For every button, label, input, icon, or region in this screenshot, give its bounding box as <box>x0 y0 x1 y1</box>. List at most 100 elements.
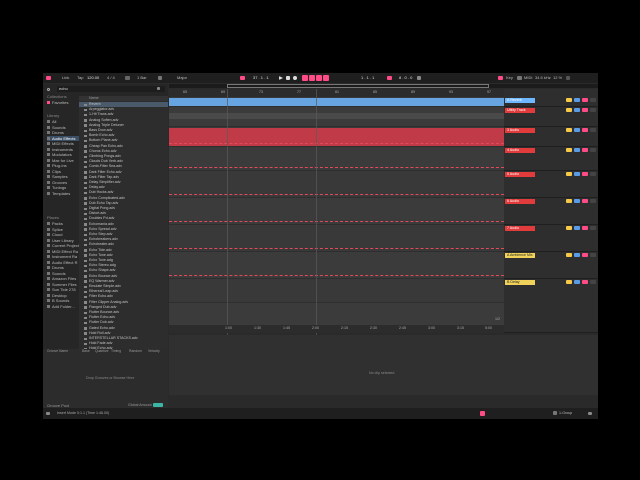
track-arrow-icon[interactable] <box>553 411 557 415</box>
sidebar-item-max-for-live[interactable]: Max for Live <box>47 158 83 163</box>
record-icon[interactable] <box>293 76 297 80</box>
clip[interactable] <box>169 98 504 106</box>
capture-midi-icon[interactable] <box>323 75 329 81</box>
midi-map-button[interactable]: MIDI <box>524 75 532 80</box>
track-activator-button[interactable] <box>566 148 572 152</box>
track-header[interactable]: 6 Audio <box>504 198 598 225</box>
places-item-sun-tide-278[interactable]: Sun Tide 278 <box>47 287 83 292</box>
tap-button[interactable]: Tap <box>77 75 83 80</box>
places-item-b-sounds[interactable]: B Sounds <box>47 298 83 303</box>
places-item-drums[interactable]: Drums <box>47 265 83 270</box>
monitor-button[interactable] <box>590 108 596 112</box>
track-name[interactable]: 5 Audio <box>505 172 535 177</box>
draw-mode-icon[interactable] <box>417 76 421 80</box>
arrangement-view[interactable]: 65 69 73 77 81 85 89 93 97 1:00 1:30 1:45 2:00 2:15 2… <box>169 89 507 338</box>
signature-field[interactable]: 4 / 4 <box>107 75 115 80</box>
scale-menu[interactable]: Major <box>177 75 187 80</box>
track-name[interactable]: 7 Audio <box>505 226 535 231</box>
track-name[interactable]: Utility Track <box>505 108 535 113</box>
track-activator-button[interactable] <box>566 199 572 203</box>
arm-button[interactable] <box>582 128 588 132</box>
monitor-button[interactable] <box>590 280 596 284</box>
places-item-add-folder-[interactable]: Add Folder... <box>47 304 83 309</box>
search-icon[interactable] <box>47 88 50 91</box>
track-header[interactable]: Utility Track <box>504 107 598 127</box>
track-header[interactable]: 5 Audio <box>504 171 598 198</box>
track-activator-button[interactable] <box>566 280 572 284</box>
sidebar-item-midi-effects[interactable]: MIDI Effects <box>47 141 83 146</box>
arrangement-record-icon[interactable] <box>240 76 245 80</box>
solo-button[interactable] <box>574 148 580 152</box>
solo-button[interactable] <box>574 128 580 132</box>
arm-button[interactable] <box>582 108 588 112</box>
track-name[interactable]: 3 Audio <box>505 128 535 133</box>
places-item-audio-effect-r[interactable]: Audio Effect R <box>47 260 83 265</box>
loop-start-field[interactable]: 1 . 1 . 1 <box>361 75 374 80</box>
track-activator-button[interactable] <box>566 172 572 176</box>
loop-length-field[interactable]: 8 . 0 . 0 <box>399 75 412 80</box>
places-item-amazon-files[interactable]: Amazon Files <box>47 276 83 281</box>
places-item-splice[interactable]: Splice <box>47 227 83 232</box>
keyboard-midi-icon[interactable] <box>517 76 522 80</box>
track-name[interactable]: 6 Audio <box>505 199 535 204</box>
track-header[interactable]: A Ambience Mix <box>504 252 598 279</box>
global-amount-slider[interactable] <box>153 403 163 407</box>
places-item-current-project[interactable]: Current Project <box>47 243 83 248</box>
arm-button[interactable] <box>582 199 588 203</box>
track-name[interactable]: B Delay <box>505 280 535 285</box>
group-selector[interactable]: 1-Group <box>559 411 572 416</box>
solo-button[interactable] <box>574 108 580 112</box>
track-header[interactable]: A Reverb <box>504 97 598 107</box>
places-item-midi-effect-ra[interactable]: MIDI Effect Ra <box>47 249 83 254</box>
computer-keyboard-icon[interactable] <box>498 76 503 80</box>
track-name[interactable]: A Ambience Mix <box>505 253 535 258</box>
arm-button[interactable] <box>582 98 588 102</box>
monitor-button[interactable] <box>590 148 596 152</box>
browser-toggle-icon[interactable] <box>46 412 50 415</box>
file-list-header[interactable]: Name <box>79 96 168 102</box>
song-position[interactable]: 37 . 1 . 1 <box>253 75 269 80</box>
arm-button[interactable] <box>582 253 588 257</box>
places-item-summer-files[interactable]: Summer Files <box>47 282 83 287</box>
time-ruler[interactable]: 1:00 1:30 1:45 2:00 2:15 2:30 2:45 3:00 3:15 5:0… <box>169 325 504 333</box>
track-activator-button[interactable] <box>566 226 572 230</box>
audio-lane[interactable] <box>169 252 504 279</box>
detail-toggle-icon[interactable] <box>588 412 592 415</box>
overview-visible-region[interactable] <box>227 84 489 88</box>
audio-lane[interactable] <box>169 127 504 147</box>
stop-icon[interactable] <box>286 76 290 80</box>
audio-lane[interactable] <box>169 147 504 171</box>
overdub-icon[interactable] <box>302 75 308 81</box>
places-item-instrument-ra[interactable]: Instrument Ra <box>47 254 83 259</box>
audio-lane[interactable] <box>169 171 504 198</box>
sidebar-item-modulators[interactable]: Modulators <box>47 152 83 157</box>
sidebar-item-instruments[interactable]: Instruments <box>47 147 83 152</box>
sidebar-item-favorites[interactable]: Favorites <box>47 100 83 105</box>
places-item-cloud[interactable]: Cloud <box>47 232 83 237</box>
monitor-button[interactable] <box>590 128 596 132</box>
places-item-user-library[interactable]: User Library <box>47 238 83 243</box>
search-options-icon[interactable] <box>157 87 160 90</box>
quantize-menu[interactable]: 1 Bar <box>137 75 147 80</box>
link-label[interactable]: Link <box>62 75 69 80</box>
sidebar-item-all[interactable]: All <box>47 119 83 124</box>
return-lane[interactable] <box>169 279 504 303</box>
places-item-packs[interactable]: Packs <box>47 221 83 226</box>
track-header[interactable]: B Delay <box>504 279 598 333</box>
sidebar-item-samples[interactable]: Samples <box>47 174 83 179</box>
sidebar-item-tunings[interactable]: Tunings <box>47 185 83 190</box>
tempo-field[interactable]: 120.00 <box>87 75 99 80</box>
utility-lane[interactable] <box>169 107 504 127</box>
arm-button[interactable] <box>582 280 588 284</box>
arrangement-overview[interactable] <box>169 84 598 88</box>
audio-lane[interactable] <box>169 198 504 225</box>
arm-button[interactable] <box>582 172 588 176</box>
sidebar-item-templates[interactable]: Templates <box>47 191 83 196</box>
sidebar-item-clips[interactable]: Clips <box>47 169 83 174</box>
solo-button[interactable] <box>574 199 580 203</box>
track-name[interactable]: 4 Audio <box>505 148 535 153</box>
monitor-button[interactable] <box>590 199 596 203</box>
track-header[interactable]: 4 Audio <box>504 147 598 171</box>
reverb-lane[interactable] <box>169 97 504 107</box>
solo-button[interactable] <box>574 172 580 176</box>
